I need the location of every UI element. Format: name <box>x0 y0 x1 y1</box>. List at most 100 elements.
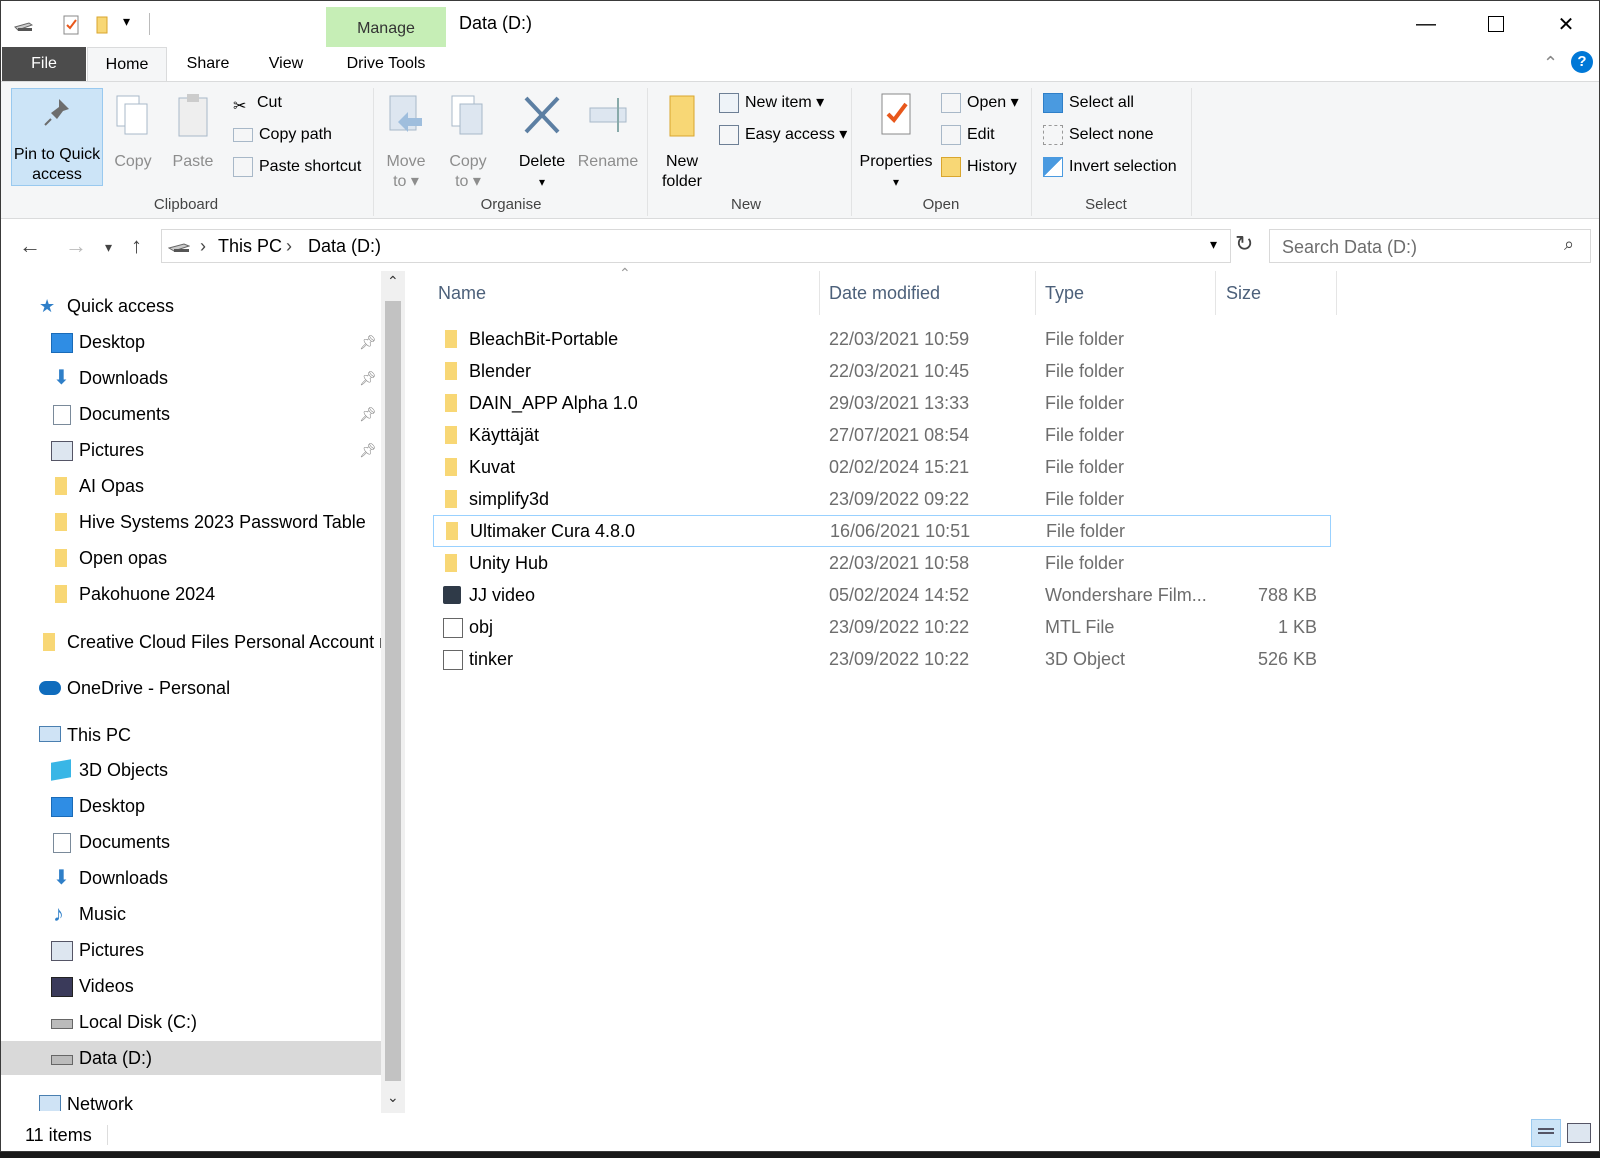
file-row[interactable]: BleachBit-Portable 22/03/2021 10:59 File… <box>433 323 1331 355</box>
new-folder-qat-icon[interactable] <box>93 15 113 35</box>
easy-access-button[interactable]: Easy access ▾ <box>719 122 847 148</box>
column-divider[interactable] <box>819 271 820 315</box>
history-button[interactable]: History <box>941 154 1017 180</box>
nav-pc-music[interactable]: ♪ Music <box>51 897 377 931</box>
file-row[interactable]: simplify3d 23/09/2022 09:22 File folder <box>433 483 1331 515</box>
tab-drive-tools[interactable]: Drive Tools <box>331 47 441 81</box>
help-icon[interactable]: ? <box>1571 51 1593 73</box>
column-header-date[interactable]: Date modified <box>829 271 1029 319</box>
pin-icon[interactable]: 📌︎ <box>359 433 377 467</box>
maximize-icon[interactable] <box>1461 1 1531 47</box>
nav-pc-pictures[interactable]: Pictures <box>51 933 377 967</box>
file-row[interactable]: obj 23/09/2022 10:22 MTL File 1 KB <box>433 611 1331 643</box>
nav-quick-pictures[interactable]: Pictures 📌︎ <box>51 433 377 467</box>
tab-view[interactable]: View <box>257 47 315 81</box>
edit-button[interactable]: Edit <box>941 122 995 148</box>
pin-to-quick-access-button[interactable]: Pin to Quick access <box>11 88 103 186</box>
details-view-icon[interactable] <box>1531 1119 1561 1147</box>
nav-scrollbar[interactable]: ⌃ ⌄ <box>381 271 405 1113</box>
paste-button[interactable]: Paste <box>167 88 219 172</box>
file-row[interactable]: Unity Hub 22/03/2021 10:58 File folder <box>433 547 1331 579</box>
select-all-button[interactable]: Select all <box>1043 90 1134 116</box>
search-box[interactable]: ⌕ <box>1269 229 1591 263</box>
paste-shortcut-button[interactable]: Paste shortcut <box>233 154 361 180</box>
nav-pc-local-disk[interactable]: Local Disk (C:) <box>51 1005 377 1039</box>
large-icons-view-icon[interactable] <box>1567 1123 1591 1143</box>
delete-button[interactable]: Delete ▾ <box>513 88 571 192</box>
invert-selection-button[interactable]: Invert selection <box>1043 154 1177 180</box>
breadcrumb-this-pc[interactable]: This PC <box>218 236 282 257</box>
copy-to-button[interactable]: Copy to ▾ <box>443 88 493 192</box>
select-none-button[interactable]: Select none <box>1043 122 1154 148</box>
tab-home[interactable]: Home <box>87 47 167 82</box>
nav-network[interactable]: Network <box>39 1087 369 1111</box>
column-header-size[interactable]: Size <box>1226 271 1326 319</box>
search-input[interactable] <box>1280 236 1554 259</box>
file-row[interactable]: JJ video 05/02/2024 14:52 Wondershare Fi… <box>433 579 1331 611</box>
nav-pc-data-d[interactable]: Data (D:) <box>1 1041 381 1075</box>
address-bar[interactable]: › This PC › Data (D:) ▾ <box>161 229 1231 263</box>
tab-share[interactable]: Share <box>177 47 239 81</box>
pin-icon[interactable]: 📌︎ <box>359 325 377 359</box>
nav-pc-documents[interactable]: Documents <box>51 825 377 859</box>
scroll-down-icon[interactable]: ⌄ <box>387 1089 399 1106</box>
new-item-button[interactable]: New item ▾ <box>719 90 824 116</box>
file-row[interactable]: Blender 22/03/2021 10:45 File folder <box>433 355 1331 387</box>
rename-button[interactable]: Rename <box>575 88 641 172</box>
nav-this-pc[interactable]: This PC <box>39 718 369 752</box>
qat-dropdown-icon[interactable]: ▾ <box>123 13 130 30</box>
breadcrumb-chevron-icon[interactable]: › <box>286 236 292 257</box>
properties-qat-icon[interactable] <box>61 15 81 35</box>
copy-button[interactable]: Copy <box>107 88 159 172</box>
nav-pc-3d-objects[interactable]: 3D Objects <box>51 753 377 787</box>
close-icon[interactable]: ✕ <box>1531 1 1599 47</box>
scroll-up-icon[interactable]: ⌃ <box>387 273 399 290</box>
move-to-button[interactable]: Move to ▾ <box>381 88 431 192</box>
new-folder-button[interactable]: New folder <box>653 88 711 192</box>
up-arrow-icon[interactable]: ↑ <box>131 233 142 259</box>
refresh-icon[interactable]: ↻ <box>1235 231 1253 257</box>
file-row-selected[interactable]: Ultimaker Cura 4.8.0 16/06/2021 10:51 Fi… <box>433 515 1331 547</box>
nav-quick-downloads[interactable]: ⬇ Downloads 📌︎ <box>51 361 377 395</box>
nav-quick-ai-opas[interactable]: AI Opas <box>51 469 377 503</box>
column-divider[interactable] <box>1215 271 1216 315</box>
file-row[interactable]: Käyttäjät 27/07/2021 08:54 File folder <box>433 419 1331 451</box>
breadcrumb-chevron-icon[interactable]: › <box>200 236 206 257</box>
minimize-icon[interactable]: — <box>1391 1 1461 47</box>
nav-creative-cloud[interactable]: Creative Cloud Files Personal Account m <box>39 625 381 659</box>
back-arrow-icon[interactable]: ← <box>19 233 41 259</box>
cut-button[interactable]: ✂ Cut <box>233 90 282 116</box>
properties-button[interactable]: Properties ▾ <box>857 88 935 192</box>
nav-quick-pakohuone[interactable]: Pakohuone 2024 <box>51 577 377 611</box>
recent-locations-icon[interactable]: ▾ <box>105 239 112 256</box>
column-header-type[interactable]: Type <box>1045 271 1215 319</box>
nav-pc-videos[interactable]: Videos <box>51 969 377 1003</box>
tab-file[interactable]: File <box>2 47 86 81</box>
forward-arrow-icon[interactable]: → <box>65 233 87 259</box>
file-row[interactable]: tinker 23/09/2022 10:22 3D Object 526 KB <box>433 643 1331 675</box>
nav-pc-downloads[interactable]: ⬇ Downloads <box>51 861 377 895</box>
copy-path-button[interactable]: Copy path <box>233 122 332 148</box>
column-divider[interactable] <box>1336 271 1337 315</box>
column-header-name[interactable]: Name <box>438 271 818 319</box>
nav-quick-desktop[interactable]: Desktop 📌︎ <box>51 325 377 359</box>
tab-manage[interactable]: Manage <box>326 7 446 47</box>
search-icon[interactable]: ⌕ <box>1564 234 1574 255</box>
drive-icon[interactable] <box>13 15 33 35</box>
file-row[interactable]: Kuvat 02/02/2024 15:21 File folder <box>433 451 1331 483</box>
address-dropdown-icon[interactable]: ▾ <box>1210 236 1217 253</box>
open-button[interactable]: Open ▾ <box>941 90 1019 116</box>
file-row[interactable]: DAIN_APP Alpha 1.0 29/03/2021 13:33 File… <box>433 387 1331 419</box>
nav-onedrive[interactable]: OneDrive - Personal <box>39 671 369 705</box>
pin-icon[interactable]: 📌︎ <box>359 361 377 395</box>
nav-quick-hive[interactable]: Hive Systems 2023 Password Table <box>51 505 377 539</box>
nav-quick-documents[interactable]: Documents 📌︎ <box>51 397 377 431</box>
scrollbar-thumb[interactable] <box>385 301 401 1081</box>
breadcrumb-data-d[interactable]: Data (D:) <box>308 236 381 257</box>
nav-pc-desktop[interactable]: Desktop <box>51 789 377 823</box>
nav-quick-open-opas[interactable]: Open opas <box>51 541 377 575</box>
pin-icon[interactable]: 📌︎ <box>359 397 377 431</box>
collapse-ribbon-icon[interactable]: ⌃ <box>1543 53 1558 74</box>
column-divider[interactable] <box>1035 271 1036 315</box>
nav-quick-access[interactable]: ★ Quick access <box>39 289 369 323</box>
